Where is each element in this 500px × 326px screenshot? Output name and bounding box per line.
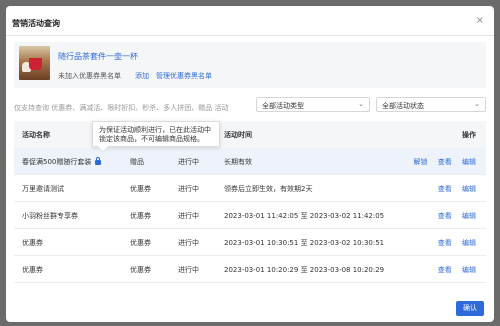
tooltip-line-2: 锁定该商品，不可编辑商品规格。 — [99, 135, 204, 143]
row-actions: 解锁 查看 编辑 — [406, 157, 476, 167]
table-row: 小羽粉丝群专享券 优惠券 进行中 2023-03-01 11:42:05 至 2… — [14, 202, 486, 229]
activity-status-select[interactable]: 全部活动状态 ⌄ — [376, 97, 486, 112]
manage-blacklist-link[interactable]: 管理优惠券黑名单 — [156, 71, 212, 81]
view-link[interactable]: 查看 — [438, 158, 452, 166]
activity-status-value: 全部活动状态 — [382, 102, 424, 110]
activity-time: 2023-03-01 10:20:29 至 2023-03-08 10:20:2… — [224, 266, 385, 274]
add-blacklist-link[interactable]: 添加 — [135, 71, 149, 81]
cup-shape — [29, 58, 42, 70]
activity-name: 优惠券 — [22, 266, 43, 274]
confirm-button[interactable]: 确认 — [456, 301, 484, 316]
lock-icon[interactable] — [95, 157, 102, 165]
blacklist-status: 未加入优惠券黑名单 — [58, 72, 121, 80]
view-link[interactable]: 查看 — [438, 266, 452, 274]
activity-status: 进行中 — [178, 185, 199, 193]
activity-name: 小羽粉丝群专享券 — [22, 212, 78, 220]
chevron-down-icon: ⌄ — [474, 100, 480, 108]
edit-link[interactable]: 编辑 — [462, 212, 476, 220]
view-link[interactable]: 查看 — [438, 212, 452, 220]
row-actions: 查看 编辑 — [430, 238, 476, 248]
product-name-link[interactable]: 随行品茶套件一壶一杯 — [58, 51, 138, 62]
table-row: 优惠券 优惠券 进行中 2023-03-01 10:20:29 至 2023-0… — [14, 256, 486, 283]
table-row: 万里邀请测试 优惠券 进行中 领券后立即生效，有效期2天 查看 编辑 — [14, 175, 486, 202]
activity-time: 2023-03-01 10:30:51 至 2023-03-02 10:30:5… — [224, 239, 385, 247]
activity-type: 优惠券 — [130, 212, 151, 220]
activity-type: 赠品 — [130, 158, 144, 166]
activity-name: 万里邀请测试 — [22, 185, 64, 193]
view-link[interactable]: 查看 — [438, 239, 452, 247]
activity-query-dialog: 营销活动查询 × 随行品茶套件一壶一杯 未加入优惠券黑名单 添加 管理优惠券黑名… — [6, 6, 494, 322]
table-row: 优惠券 优惠券 进行中 2023-03-01 10:30:51 至 2023-0… — [14, 229, 486, 256]
filter-hint: 仅支持查询 优惠券、满减活、限时折扣、秒杀、多人拼团、赠品 活动 — [14, 104, 229, 112]
activity-status: 进行中 — [178, 212, 199, 220]
activity-time: 领券后立即生效，有效期2天 — [224, 185, 313, 193]
activity-status: 进行中 — [178, 266, 199, 274]
row-actions: 查看 编辑 — [430, 265, 476, 275]
chevron-down-icon: ⌄ — [358, 100, 364, 108]
activity-type-select[interactable]: 全部活动类型 ⌄ — [256, 97, 370, 112]
product-thumbnail — [19, 46, 50, 80]
header-ops: 操作 — [462, 131, 476, 139]
activity-type-value: 全部活动类型 — [262, 102, 304, 110]
activity-table: 活动名称 活动时间 操作 春促满500赠随行套装 赠品 进行中 长期有效 解锁 … — [14, 121, 486, 283]
row-actions: 查看 编辑 — [430, 184, 476, 194]
view-link[interactable]: 查看 — [438, 185, 452, 193]
activity-type: 优惠券 — [130, 185, 151, 193]
title-divider — [6, 35, 494, 36]
activity-time: 长期有效 — [224, 158, 252, 166]
activity-time: 2023-03-01 11:42:05 至 2023-03-02 11:42:0… — [224, 212, 385, 220]
activity-status: 进行中 — [178, 158, 199, 166]
unlock-link[interactable]: 解锁 — [414, 158, 428, 166]
edit-link[interactable]: 编辑 — [462, 185, 476, 193]
activity-type: 优惠券 — [130, 266, 151, 274]
header-time: 活动时间 — [224, 131, 252, 139]
edit-link[interactable]: 编辑 — [462, 158, 476, 166]
edit-link[interactable]: 编辑 — [462, 239, 476, 247]
edit-link[interactable]: 编辑 — [462, 266, 476, 274]
close-icon[interactable]: × — [476, 16, 484, 26]
table-header: 活动名称 活动时间 操作 — [14, 121, 486, 148]
activity-type: 优惠券 — [130, 239, 151, 247]
product-card: 随行品茶套件一壶一杯 未加入优惠券黑名单 添加 管理优惠券黑名单 — [14, 42, 486, 88]
table-row: 春促满500赠随行套装 赠品 进行中 长期有效 解锁 查看 编辑 — [14, 148, 486, 175]
lock-tooltip: 为保证活动顺利进行，已在此活动中 锁定该商品，不可编辑商品规格。 — [92, 121, 220, 147]
dialog-title: 营销活动查询 — [12, 19, 60, 28]
row-actions: 查看 编辑 — [430, 211, 476, 221]
activity-name: 优惠券 — [22, 239, 43, 247]
activity-status: 进行中 — [178, 239, 199, 247]
activity-name: 春促满500赠随行套装 — [22, 157, 102, 167]
tooltip-line-1: 为保证活动顺利进行，已在此活动中 — [99, 126, 211, 134]
header-name: 活动名称 — [22, 131, 50, 139]
